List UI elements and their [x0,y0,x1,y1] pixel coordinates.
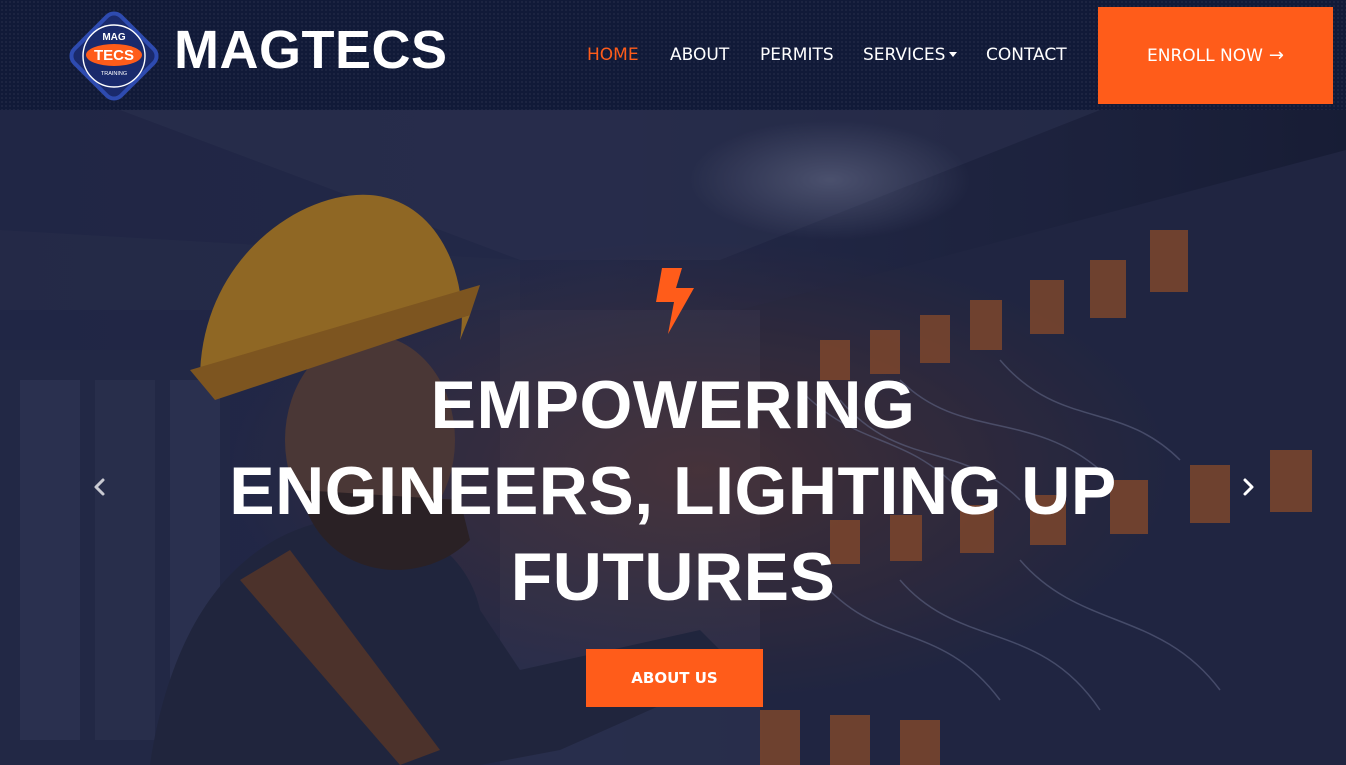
nav-item-permits-label: PERMITS [760,45,834,65]
hero-section: EMPOWERING ENGINEERS, LIGHTING UP FUTURE… [0,110,1346,765]
lightning-bolt-icon [656,268,694,334]
nav-item-home-label: HOME [587,45,639,65]
nav-item-services[interactable]: SERVICES [863,44,958,66]
logo-top-text: MAG [102,32,126,43]
site-header: MAG TECS TRAINING MAGTECS HOME ABOUT PER… [0,0,1346,110]
chevron-left-icon[interactable] [88,475,112,499]
about-us-button[interactable]: ABOUT US [586,649,763,707]
nav-item-home[interactable]: HOME [587,44,639,66]
enroll-now-label: ENROLL NOW [1147,45,1263,66]
arrow-right-icon: → [1268,45,1284,66]
brand-name[interactable]: MAGTECS [174,18,448,82]
hero-headline-line-1: EMPOWERING [430,367,916,443]
logo-bottom-text: TRAINING [101,71,127,77]
chevron-down-icon [949,52,958,57]
nav-item-contact[interactable]: CONTACT [986,44,1067,66]
logo-badge-icon[interactable]: MAG TECS TRAINING [64,6,164,106]
about-us-label: ABOUT US [631,669,718,687]
hero-headline-line-2: ENGINEERS, LIGHTING UP [229,453,1117,529]
hero-headline: EMPOWERING ENGINEERS, LIGHTING UP FUTURE… [173,362,1173,620]
nav-item-about[interactable]: ABOUT [670,44,729,66]
chevron-right-icon[interactable] [1236,475,1260,499]
nav-item-services-label: SERVICES [863,45,946,65]
enroll-now-button[interactable]: ENROLL NOW → [1098,7,1333,104]
logo-main-text: TECS [94,47,134,64]
nav-item-permits[interactable]: PERMITS [760,44,834,66]
nav-item-contact-label: CONTACT [986,45,1067,65]
nav-item-about-label: ABOUT [670,45,730,65]
hero-headline-line-3: FUTURES [510,539,836,615]
